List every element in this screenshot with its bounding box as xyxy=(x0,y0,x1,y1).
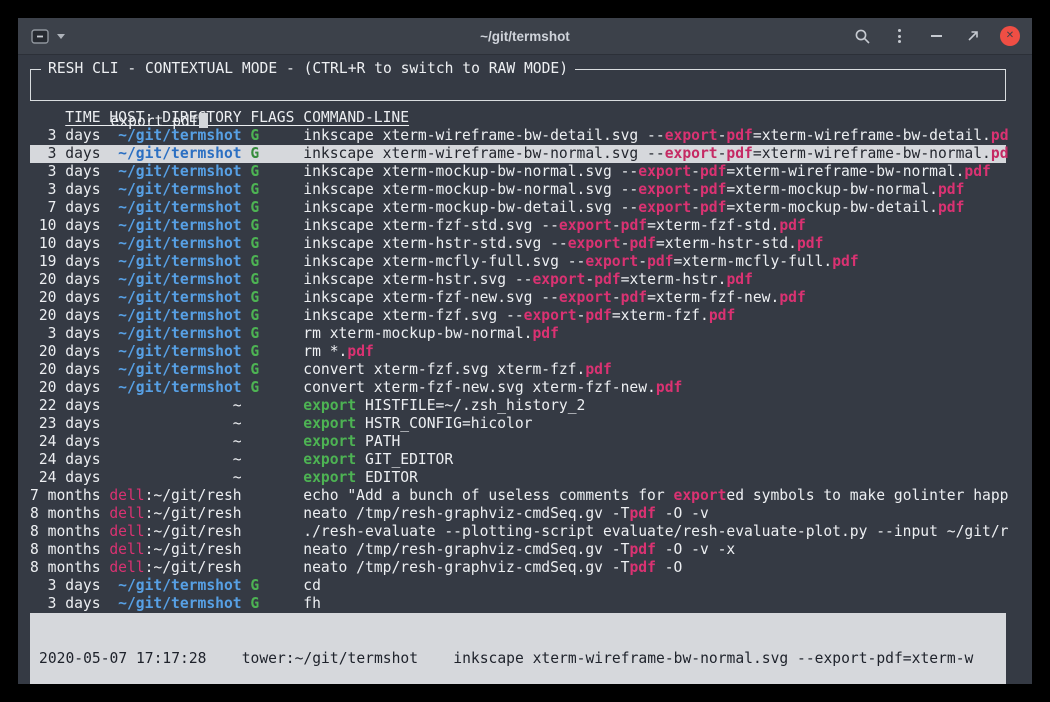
text-cursor xyxy=(199,113,208,128)
history-row[interactable]: 10 days ~/git/termshot G inkscape xterm-… xyxy=(30,217,1006,235)
history-row[interactable]: 20 days ~/git/termshot G inkscape xterm-… xyxy=(30,307,1006,325)
history-row[interactable]: 20 days ~/git/termshot G convert xterm-f… xyxy=(30,379,1006,397)
history-row[interactable]: 24 days ~ export GIT_EDITOR xyxy=(30,451,1006,469)
search-input[interactable]: export pdf xyxy=(111,113,208,130)
selected-entry-status: 2020-05-07 17:17:28 tower:~/git/termshot… xyxy=(30,613,1006,684)
history-row[interactable]: 7 days ~/git/termshot G inkscape xterm-m… xyxy=(30,199,1006,217)
restore-button[interactable] xyxy=(963,26,983,46)
history-row[interactable]: 24 days ~ export PATH xyxy=(30,433,1006,451)
history-row[interactable]: 19 days ~/git/termshot G inkscape xterm-… xyxy=(30,253,1006,271)
history-row[interactable]: 22 days ~ export HISTFILE=~/.zsh_history… xyxy=(30,397,1006,415)
history-row[interactable]: 3 days ~/git/termshot G cd xyxy=(30,577,1006,595)
history-row[interactable]: 3 days ~/git/termshot G inkscape xterm-w… xyxy=(30,145,1006,163)
history-row[interactable]: 8 months dell:~/git/resh neato /tmp/resh… xyxy=(30,541,1006,559)
status-line-1: 2020-05-07 17:17:28 tower:~/git/termshot… xyxy=(39,650,997,668)
history-row[interactable]: 3 days ~/git/termshot G rm xterm-mockup-… xyxy=(30,325,1006,343)
search-icon[interactable] xyxy=(852,26,872,46)
menu-kebab-icon[interactable] xyxy=(889,26,909,46)
search-query-text: export pdf xyxy=(111,113,199,130)
history-row[interactable]: 10 days ~/git/termshot G inkscape xterm-… xyxy=(30,235,1006,253)
minimize-button[interactable] xyxy=(926,26,946,46)
titlebar: ~/git/termshot ✕ xyxy=(18,18,1032,55)
terminal-screen: RESH CLI - CONTEXTUAL MODE - (CTRL+R to … xyxy=(18,55,1032,684)
history-row[interactable]: 3 days ~/git/termshot G fh xyxy=(30,595,1006,613)
history-row[interactable]: 3 days ~/git/termshot G inkscape xterm-m… xyxy=(30,181,1006,199)
terminal-window: ~/git/termshot ✕ RESH xyxy=(18,18,1032,684)
history-row[interactable]: 23 days ~ export HSTR_CONFIG=hicolor xyxy=(30,415,1006,433)
resh-search-box[interactable]: RESH CLI - CONTEXTUAL MODE - (CTRL+R to … xyxy=(30,69,1006,101)
history-row[interactable]: 8 months dell:~/git/resh ./resh-evaluate… xyxy=(30,523,1006,541)
chevron-down-icon[interactable] xyxy=(57,34,65,39)
window-title: ~/git/termshot xyxy=(220,29,830,44)
history-row[interactable]: 20 days ~/git/termshot G convert xterm-f… xyxy=(30,361,1006,379)
resh-mode-legend: RESH CLI - CONTEXTUAL MODE - (CTRL+R to … xyxy=(41,60,575,78)
history-rows: 3 days ~/git/termshot G inkscape xterm-w… xyxy=(30,127,1006,613)
history-row[interactable]: 20 days ~/git/termshot G inkscape xterm-… xyxy=(30,271,1006,289)
history-row[interactable]: 7 months dell:~/git/resh echo "Add a bun… xyxy=(30,487,1006,505)
history-row[interactable]: 20 days ~/git/termshot G inkscape xterm-… xyxy=(30,289,1006,307)
history-row[interactable]: 3 days ~/git/termshot G inkscape xterm-m… xyxy=(30,163,1006,181)
desktop-background: ~/git/termshot ✕ RESH xyxy=(0,0,1050,702)
history-row[interactable]: 24 days ~ export EDITOR xyxy=(30,469,1006,487)
close-button[interactable]: ✕ xyxy=(1000,26,1020,46)
history-row[interactable]: 8 months dell:~/git/resh neato /tmp/resh… xyxy=(30,559,1006,577)
history-row[interactable]: 20 days ~/git/termshot G rm *.pdf xyxy=(30,343,1006,361)
app-icon[interactable] xyxy=(30,26,50,46)
history-row[interactable]: 8 months dell:~/git/resh neato /tmp/resh… xyxy=(30,505,1006,523)
